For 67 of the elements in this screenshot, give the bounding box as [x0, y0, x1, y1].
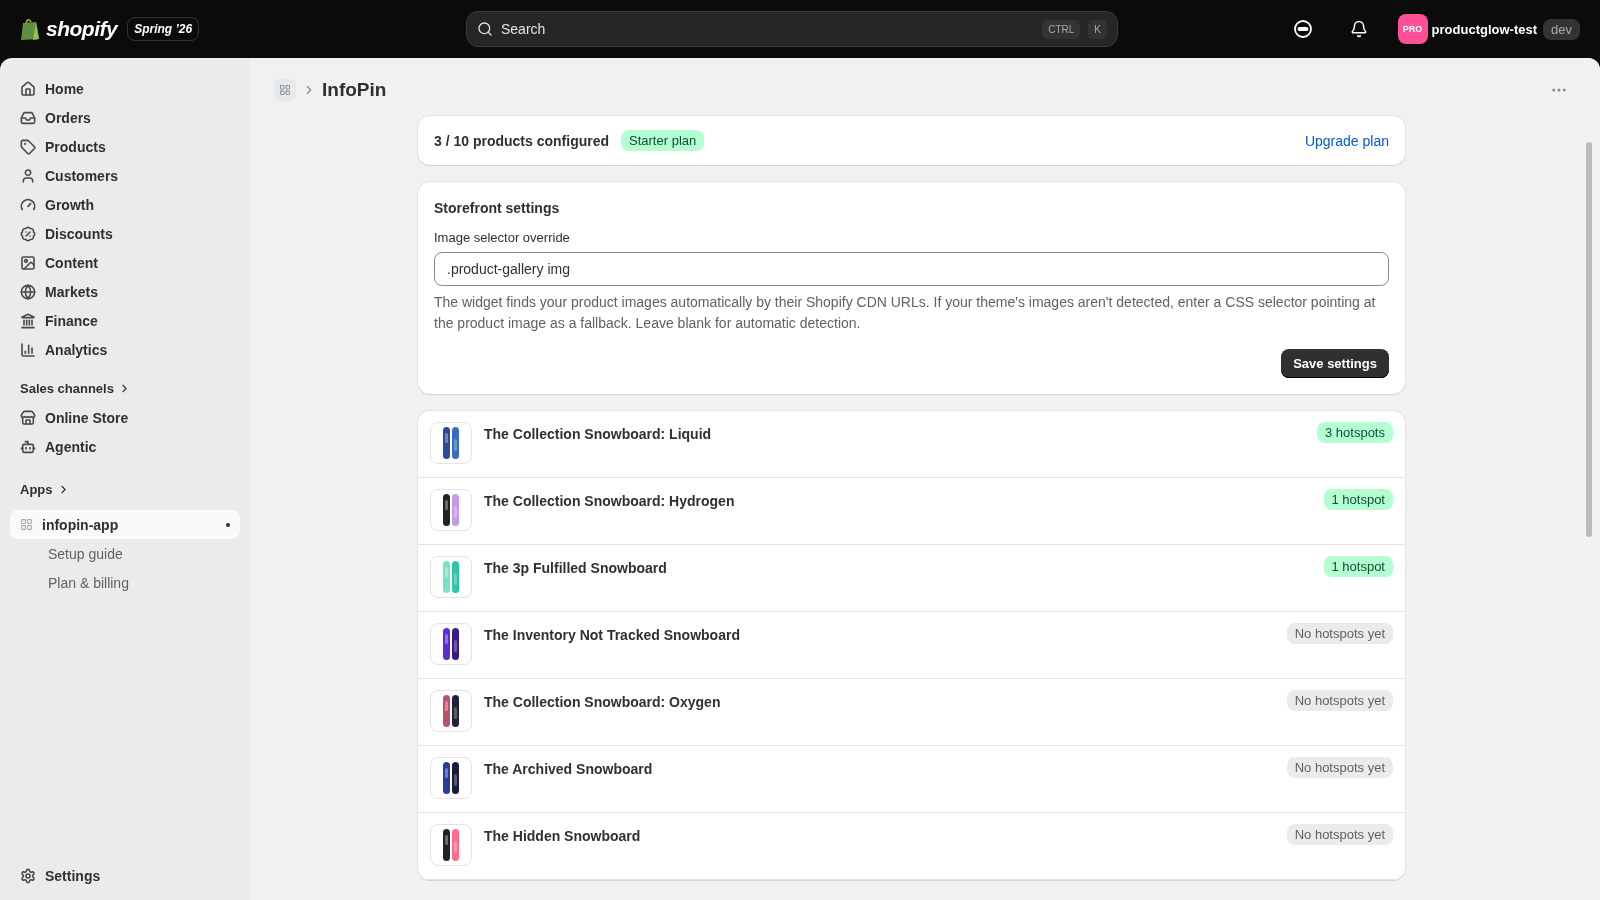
hotspot-badge: 1 hotspot — [1323, 556, 1393, 577]
hotspot-badge: 3 hotspots — [1317, 422, 1393, 443]
product-name[interactable]: The Collection Snowboard: Oxygen — [484, 694, 1275, 710]
nav-item[interactable]: Growth — [10, 190, 240, 219]
nav-item[interactable]: Content — [10, 248, 240, 277]
plan-badge: Starter plan — [621, 130, 705, 151]
gauge-icon — [20, 196, 36, 213]
nav-item[interactable]: Orders — [10, 103, 240, 132]
selector-input-field[interactable]: .product-gallery img — [434, 252, 1389, 286]
hotspot-badge: No hotspots yet — [1286, 690, 1393, 711]
nav-item[interactable]: Markets — [10, 277, 240, 306]
nav-item[interactable]: Discounts — [10, 219, 240, 248]
save-settings-button[interactable]: Save settings — [1281, 349, 1389, 378]
nav-item[interactable]: Analytics — [10, 335, 240, 364]
section-heading[interactable]: Sales channels — [10, 374, 240, 403]
store-name[interactable]: productglow-test — [1431, 21, 1538, 37]
search-icon — [477, 21, 493, 37]
nav-item[interactable]: infopin-app — [10, 510, 240, 539]
bar-chart-icon — [20, 341, 36, 358]
bank-icon — [20, 312, 36, 329]
nav-subitem[interactable]: Plan & billing — [10, 568, 240, 597]
upgrade-link[interactable]: Upgrade plan — [1304, 132, 1389, 149]
nav-item[interactable]: Products — [10, 132, 240, 161]
active-dot — [226, 522, 230, 527]
keyboard-key: K — [1088, 19, 1107, 39]
nav-item[interactable]: Agentic — [10, 432, 240, 461]
product-name[interactable]: The Collection Snowboard: Hydrogen — [484, 493, 1312, 509]
search-field[interactable]: Search CTRL K — [466, 11, 1118, 47]
image-icon — [20, 254, 36, 271]
person-icon — [20, 167, 36, 184]
nav-item[interactable]: Online Store — [10, 403, 240, 432]
section-heading[interactable]: Apps — [10, 475, 240, 504]
settings-nav-item[interactable]: Settings — [10, 861, 240, 890]
keyboard-key: CTRL — [1042, 19, 1081, 39]
nav-item[interactable]: Finance — [10, 306, 240, 335]
help-text: The widget finds your product images automatically by their Shopify CDN URLs. If your theme's images aren't detected, enter a CSS selector pointing at the product image as a fallback. Leave blank for automatic detection. — [434, 293, 1377, 333]
store-icon — [20, 409, 36, 426]
brand-logo-text: shopify — [46, 17, 118, 41]
robot-icon — [20, 438, 36, 455]
home-icon — [20, 80, 36, 97]
percent-badge-icon — [20, 225, 36, 242]
shopping-bag-logo-icon — [20, 17, 40, 41]
field-label: Image selector override — [434, 230, 571, 245]
hotspot-badge: No hotspots yet — [1286, 824, 1393, 845]
product-name[interactable]: The Inventory Not Tracked Snowboard — [484, 627, 1275, 643]
hotspot-badge: No hotspots yet — [1286, 623, 1393, 644]
search-placeholder: Search — [501, 21, 547, 37]
hotspot-badge: 1 hotspot — [1323, 489, 1393, 510]
store-tag: dev — [1543, 18, 1580, 40]
card-title: Storefront settings — [434, 200, 561, 216]
app-grid-icon — [20, 518, 33, 531]
nav-item[interactable]: Customers — [10, 161, 240, 190]
product-name[interactable]: The 3p Fulfilled Snowboard — [484, 560, 1312, 576]
product-name[interactable]: The Hidden Snowboard — [484, 828, 1275, 844]
tag-icon — [20, 138, 36, 155]
usage-text: 3 / 10 products configured — [434, 132, 610, 149]
edition-badge: Spring ’26 — [127, 17, 200, 41]
globe-icon — [20, 283, 36, 300]
nav-item[interactable]: Home — [10, 74, 240, 103]
nav-subitem[interactable]: Setup guide — [10, 539, 240, 568]
product-name[interactable]: The Archived Snowboard — [484, 761, 1275, 777]
product-name[interactable]: The Collection Snowboard: Liquid — [484, 426, 1305, 442]
app-grid-icon[interactable] — [274, 79, 296, 101]
settings-icon — [20, 867, 36, 884]
inbox-icon — [20, 109, 36, 126]
page-title: InfoPin — [322, 79, 387, 101]
hotspot-badge: No hotspots yet — [1286, 757, 1393, 778]
